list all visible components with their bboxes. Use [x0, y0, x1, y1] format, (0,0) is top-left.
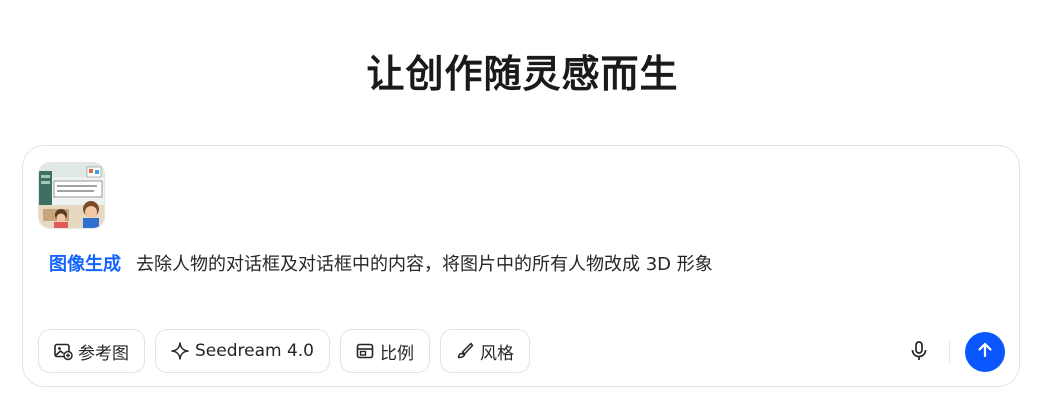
layout-icon	[355, 341, 375, 361]
voice-input-button[interactable]	[907, 339, 931, 363]
send-button[interactable]	[965, 332, 1005, 372]
aspect-ratio-label: 比例	[380, 343, 414, 364]
thumbnail-illustration	[39, 163, 104, 228]
microphone-icon	[907, 341, 931, 367]
reference-image-label: 参考图	[78, 343, 129, 364]
composer-toolbar: 参考图 Seedream 4.0 比例 风格	[38, 329, 530, 373]
style-button[interactable]: 风格	[440, 329, 530, 373]
prompt-input[interactable]: 图像生成 去除人物的对话框及对话框中的内容，将图片中的所有人物改成 3D 形象	[49, 249, 713, 277]
style-label: 风格	[480, 343, 514, 364]
model-select-label: Seedream 4.0	[195, 341, 314, 361]
mode-tag-image-generation[interactable]: 图像生成	[49, 250, 121, 276]
prompt-text[interactable]: 去除人物的对话框及对话框中的内容，将图片中的所有人物改成 3D 形象	[136, 250, 713, 276]
model-select-button[interactable]: Seedream 4.0	[155, 329, 330, 373]
page: 让创作随灵感而生 图像生成 去除人物的对话框及对话框中的内容，将图片中的所有人物…	[0, 0, 1045, 410]
reference-image-button[interactable]: 参考图	[38, 329, 145, 373]
prompt-composer: 图像生成 去除人物的对话框及对话框中的内容，将图片中的所有人物改成 3D 形象 …	[22, 145, 1020, 387]
aspect-ratio-button[interactable]: 比例	[340, 329, 430, 373]
reference-image-thumbnail[interactable]	[38, 162, 105, 229]
toolbar-divider	[949, 341, 950, 363]
image-add-icon	[53, 341, 73, 361]
page-title: 让创作随灵感而生	[366, 52, 679, 96]
arrow-up-icon	[975, 340, 995, 364]
sparkle-icon	[170, 341, 190, 361]
brush-icon	[455, 341, 475, 361]
